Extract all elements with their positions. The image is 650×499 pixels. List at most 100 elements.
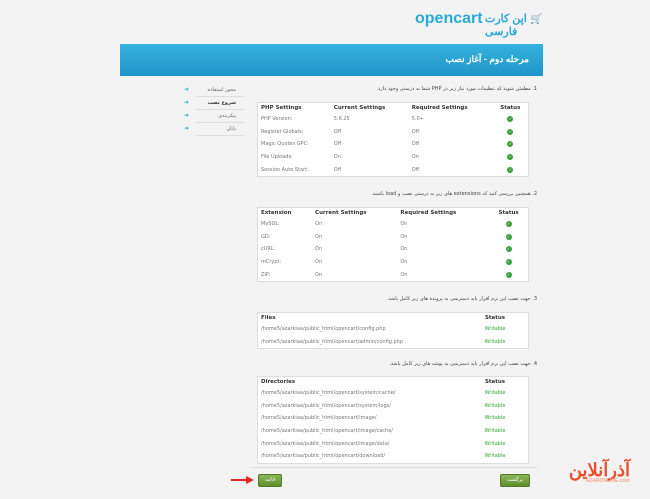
table-row: /home5/azarkiaa/public_html/opencart/ima…	[258, 425, 528, 438]
page-title: مرحله دوم - آغاز نصب	[445, 54, 529, 64]
directory-path: /home5/azarkiaa/public_html/opencart/sys…	[261, 402, 391, 409]
setting-name: Register Globals:	[261, 128, 304, 135]
table-row: File Uploads: On On ✓	[258, 151, 528, 164]
extension-name: cURL:	[261, 246, 276, 253]
setting-name: File Uploads:	[261, 154, 293, 161]
current-setting: On	[333, 154, 341, 161]
table-row: ZIP: On On ✓	[258, 268, 528, 281]
table-row: /home5/azarkiaa/public_html/opencart/adm…	[258, 336, 528, 349]
section1-text: 1. مطمئن شوید که تنظیمات مورد نیاز زیر د…	[376, 86, 537, 92]
arrow-right-icon: ➜	[184, 86, 190, 93]
current-setting: Off	[333, 166, 342, 173]
table-header: Required Settings	[411, 105, 468, 111]
php-settings-table: PHP Settings Current Settings Required S…	[258, 103, 528, 176]
setting-name: Magic Quotes GPC:	[261, 141, 309, 148]
extension-name: mCrypt:	[261, 259, 282, 266]
writable-status: Writable	[484, 428, 506, 435]
table-row: Register Globals: Off Off ✓	[258, 126, 528, 139]
table-row: Session Auto Start: Off Off ✓	[258, 163, 528, 176]
required-setting: On	[400, 271, 408, 278]
table-row: Magic Quotes GPC: Off Off ✓	[258, 138, 528, 151]
logo-brand: opencart	[415, 10, 483, 27]
check-icon: ✓	[505, 246, 512, 253]
check-icon: ✓	[507, 141, 514, 148]
table-header: PHP Settings	[261, 105, 302, 111]
setting-name: Session Auto Start:	[261, 166, 309, 173]
required-setting: On	[400, 259, 408, 266]
sidebar-item-install[interactable]: ➜ شروع نصب	[184, 97, 244, 110]
continue-button[interactable]: ادامه	[258, 474, 283, 487]
extensions-box: Extension Current Settings Required Sett…	[257, 207, 529, 282]
check-icon: ✓	[507, 128, 514, 135]
current-setting: On	[315, 271, 323, 278]
current-setting: Off	[333, 141, 342, 148]
section2-text: 2. همچنین بررسی کنید که extensions های ز…	[371, 191, 537, 197]
required-setting: On	[411, 154, 419, 161]
section3-text: 3. جهت نصب این نرم افزار باید دسترسی به …	[386, 296, 537, 302]
file-path: /home5/azarkiaa/public_html/opencart/con…	[261, 326, 386, 333]
red-arrow-icon	[231, 476, 254, 484]
directories-box: Directories Status /home5/azarkiaa/publi…	[257, 376, 529, 464]
sidebar-item-license[interactable]: ➜ مجوز استفاده	[184, 84, 244, 97]
writable-status: Writable	[484, 440, 506, 447]
files-table: Files Status /home5/azarkiaa/public_html…	[258, 313, 528, 348]
check-icon: ✓	[505, 259, 512, 266]
table-header: Status	[484, 315, 506, 321]
table-row: /home5/azarkiaa/public_html/opencart/sys…	[258, 400, 528, 413]
required-setting: On	[400, 233, 408, 240]
table-row: MySQL: On On ✓	[258, 218, 528, 231]
extensions-table: Extension Current Settings Required Sett…	[258, 208, 528, 281]
table-row: mCrypt: On On ✓	[258, 256, 528, 269]
writable-status: Writable	[484, 402, 506, 409]
current-setting: On	[315, 259, 323, 266]
back-button[interactable]: برگشت	[500, 474, 530, 487]
required-setting: Off	[411, 166, 420, 173]
table-header: Current Settings	[315, 210, 367, 216]
table-header: Current Settings	[333, 105, 386, 111]
directory-path: /home5/azarkiaa/public_html/opencart/ima…	[261, 415, 377, 422]
php-settings-box: PHP Settings Current Settings Required S…	[257, 102, 529, 177]
table-row: /home5/azarkiaa/public_html/opencart/sys…	[258, 387, 528, 400]
arrow-right-icon: ➜	[184, 112, 190, 119]
extension-name: MySQL:	[261, 221, 280, 228]
extension-name: GD:	[261, 233, 271, 240]
directory-path: /home5/azarkiaa/public_html/opencart/ima…	[261, 428, 393, 435]
table-row: /home5/azarkiaa/public_html/opencart/ima…	[258, 412, 528, 425]
table-header: Extension	[261, 210, 292, 216]
table-row: /home5/azarkiaa/public_html/opencart/dow…	[258, 450, 528, 463]
section4-text: 4. جهت نصب این نرم افزار باید دسترسی به …	[389, 361, 537, 367]
current-setting: 5.6.25	[333, 116, 350, 123]
watermark-fa: آذرآنلاین	[568, 460, 630, 480]
sidebar: ➜ مجوز استفاده ➜ شروع نصب ➜ پیکربندی ➜ پایان	[184, 84, 244, 136]
table-header: Status	[500, 105, 521, 111]
step-banner: مرحله دوم - آغاز نصب	[120, 44, 543, 76]
table-row: /home5/azarkiaa/public_html/opencart/ima…	[258, 437, 528, 450]
setting-name: PHP Version:	[261, 116, 293, 123]
sidebar-item-label: پیکربندی	[218, 113, 236, 119]
page: { "logo": {"brand": "opencart", "brand_f…	[0, 0, 650, 499]
check-icon: ✓	[505, 221, 512, 228]
cart-icon: 🛒	[530, 14, 543, 25]
table-header: Status	[484, 379, 506, 385]
writable-status: Writable	[484, 415, 506, 422]
directory-path: /home5/azarkiaa/public_html/opencart/sys…	[261, 390, 396, 397]
file-path: /home5/azarkiaa/public_html/opencart/adm…	[261, 338, 403, 345]
table-row: GD: On On ✓	[258, 231, 528, 244]
arrow-right-icon: ➜	[184, 99, 190, 106]
table-row: cURL: On On ✓	[258, 243, 528, 256]
sidebar-item-label: پایان	[226, 126, 236, 132]
table-row: /home5/azarkiaa/public_html/opencart/con…	[258, 323, 528, 336]
directory-path: /home5/azarkiaa/public_html/opencart/dow…	[261, 453, 386, 460]
files-box: Files Status /home5/azarkiaa/public_html…	[257, 312, 529, 350]
writable-status: Writable	[484, 390, 506, 397]
sidebar-item-finish[interactable]: ➜ پایان	[184, 123, 244, 136]
table-header: Status	[498, 210, 519, 216]
sidebar-item-config[interactable]: ➜ پیکربندی	[184, 110, 244, 123]
required-setting: 5.0+	[411, 116, 424, 123]
check-icon: ✓	[505, 233, 512, 240]
check-icon: ✓	[507, 154, 514, 161]
table-header: Required Settings	[400, 210, 457, 216]
sidebar-item-label: مجوز استفاده	[207, 87, 236, 93]
current-setting: On	[315, 246, 323, 253]
required-setting: Off	[411, 128, 420, 135]
